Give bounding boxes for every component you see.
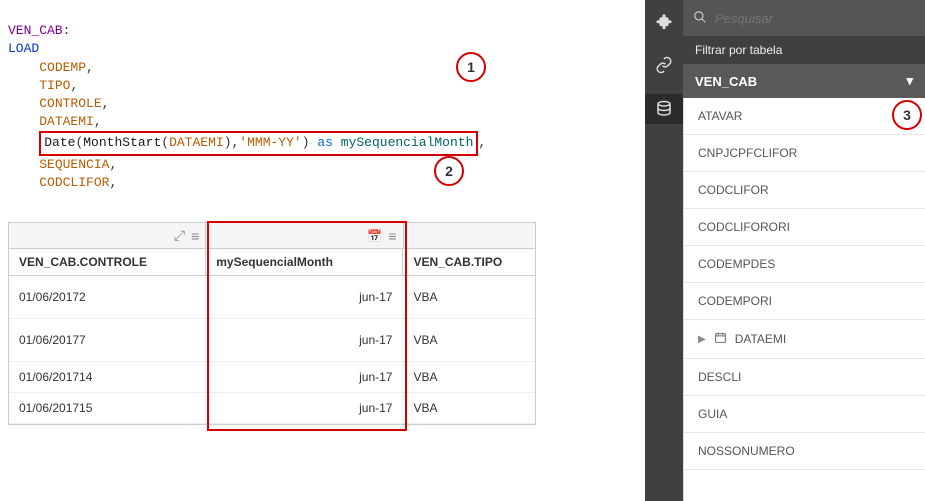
field-label: ATAVAR	[698, 109, 742, 123]
table-row[interactable]: 01/06/201715jun-17VBA	[9, 393, 535, 424]
code-field: CODEMP	[39, 60, 86, 75]
field-item[interactable]: GUIA	[684, 396, 925, 433]
cell-month: jun-17	[206, 393, 403, 423]
field-label: CODEMPORI	[698, 294, 772, 308]
menu-icon[interactable]: ≡	[388, 228, 396, 244]
script-editor[interactable]: VEN_CAB: LOAD CODEMP, TIPO, CONTROLE, DA…	[8, 4, 640, 210]
cell-controle: 01/06/20177	[9, 319, 206, 361]
field-item[interactable]: CODEMPORI	[684, 283, 925, 320]
field-label: DATAEMI	[735, 332, 787, 346]
code-field: SEQUENCIA	[39, 157, 109, 172]
search-input[interactable]	[715, 11, 915, 26]
filter-by-table-label: Filtrar por tabela	[683, 36, 925, 64]
table-row[interactable]: 01/06/201714jun-17VBA	[9, 362, 535, 393]
field-item[interactable]: CODCLIFOR	[684, 172, 925, 209]
code-table-decl: VEN_CAB:	[8, 23, 70, 38]
field-label: NOSSONUMERO	[698, 444, 795, 458]
search-bar	[683, 0, 925, 36]
field-item[interactable]: ATAVAR	[684, 98, 925, 135]
code-field: DATAEMI	[39, 114, 94, 129]
field-label: DESCLI	[698, 370, 741, 384]
calendar-icon	[714, 331, 727, 347]
field-label: CODEMPDES	[698, 257, 775, 271]
puzzle-icon[interactable]	[645, 6, 683, 36]
field-label: GUIA	[698, 407, 727, 421]
cell-tipo: VBA	[403, 319, 535, 361]
menu-icon[interactable]: ≡	[191, 228, 199, 244]
chevron-down-icon: ▾	[906, 73, 913, 89]
field-item[interactable]: ▶ DATAEMI	[684, 320, 925, 359]
cell-month: jun-17	[206, 362, 403, 392]
column-header[interactable]: VEN_CAB.CONTROLE	[9, 249, 206, 275]
field-label: CODCLIFORORI	[698, 220, 790, 234]
chevron-right-icon: ▶	[698, 334, 706, 345]
column-header[interactable]: VEN_CAB.TIPO	[403, 249, 535, 275]
field-label: CODCLIFOR	[698, 183, 769, 197]
database-icon[interactable]	[645, 94, 683, 124]
selected-table-name: VEN_CAB	[695, 74, 757, 89]
table-row[interactable]: 01/06/20177jun-17VBA	[9, 319, 535, 362]
table-select-dropdown[interactable]: VEN_CAB ▾	[683, 64, 925, 98]
icon-rail	[645, 0, 683, 501]
calendar-icon[interactable]: 📅	[367, 229, 382, 243]
field-item[interactable]: DESCLI	[684, 359, 925, 396]
highlighted-expression: Date(MonthStart(DATAEMI),'MMM-YY') as my…	[39, 131, 478, 155]
field-item[interactable]: CNPJCPFCLIFOR	[684, 135, 925, 172]
field-list: ATAVAR CNPJCPFCLIFOR CODCLIFOR CODCLIFORORI…	[683, 98, 925, 501]
search-icon	[693, 10, 707, 27]
annotation-marker-1: 1	[456, 52, 486, 82]
table-body: 01/06/20172jun-17VBA01/06/20177jun-17VBA…	[9, 276, 535, 424]
link-icon[interactable]	[645, 50, 683, 80]
cell-controle: 01/06/201714	[9, 362, 206, 392]
annotation-marker-3: 3	[892, 100, 922, 130]
cell-month: jun-17	[206, 319, 403, 361]
field-item[interactable]: CODEMPDES	[684, 246, 925, 283]
code-load-kw: LOAD	[8, 41, 39, 56]
annotation-marker-2: 2	[434, 156, 464, 186]
cell-controle: 01/06/20172	[9, 276, 206, 318]
cell-tipo: VBA	[403, 362, 535, 392]
field-label: CNPJCPFCLIFOR	[698, 146, 797, 160]
code-field: CONTROLE	[39, 96, 101, 111]
table-row[interactable]: 01/06/20172jun-17VBA	[9, 276, 535, 319]
code-field: TIPO	[39, 78, 70, 93]
field-item[interactable]: CODCLIFORORI	[684, 209, 925, 246]
cell-controle: 01/06/201715	[9, 393, 206, 423]
cell-month: jun-17	[206, 276, 403, 318]
code-field: CODCLIFOR	[39, 175, 109, 190]
column-header[interactable]: mySequencialMonth	[206, 249, 403, 275]
cell-tipo: VBA	[403, 393, 535, 423]
field-item[interactable]: NOSSONUMERO	[684, 433, 925, 470]
expand-icon[interactable]: ⤢	[174, 227, 185, 244]
cell-tipo: VBA	[403, 276, 535, 318]
preview-table: ⤢ ≡ 📅 ≡ VEN_CAB.CONTROLE mySequencialMon…	[8, 222, 536, 425]
fields-panel: Filtrar por tabela VEN_CAB ▾ ATAVAR CNPJC…	[645, 0, 925, 501]
